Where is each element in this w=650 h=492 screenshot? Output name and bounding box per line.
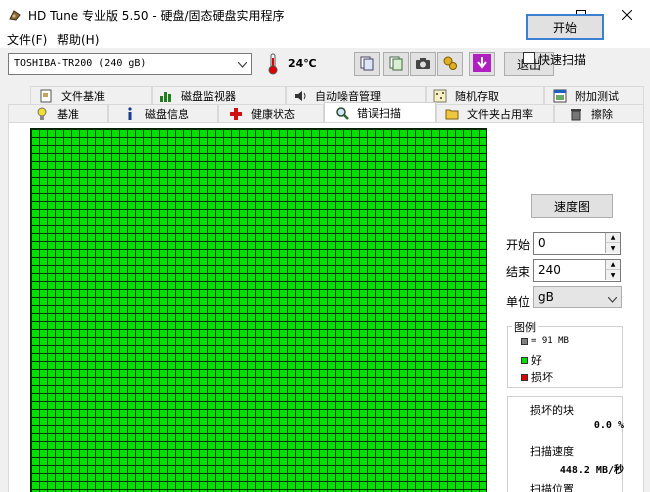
copy-all-button[interactable] — [383, 52, 409, 76]
hd-tune-app-icon — [8, 8, 22, 22]
tab-folder-usage[interactable]: 文件夹占用率 — [436, 104, 554, 122]
spin-up-icon[interactable]: ▲ — [605, 260, 620, 270]
info-icon — [123, 106, 137, 121]
chart-icon — [159, 89, 173, 103]
drive-select-value: TOSHIBA-TR200 (240 gB) — [14, 58, 147, 69]
drive-select[interactable]: TOSHIBA-TR200 (240 gB) — [8, 53, 252, 75]
copy-icon — [359, 55, 375, 74]
scan-position-label: 扫描位置 — [530, 483, 574, 492]
magnifier-icon — [335, 106, 349, 120]
menu-help[interactable]: 帮助(H) — [57, 31, 99, 48]
menu-file[interactable]: 文件(F) — [7, 31, 47, 48]
trash-icon — [569, 107, 583, 121]
scan-speed-label: 扫描速度 — [530, 445, 574, 458]
block-map-grid — [30, 128, 487, 492]
folder-icon — [445, 107, 459, 121]
legend-damaged: 损坏 — [521, 369, 553, 385]
tab-random-access[interactable]: 随机存取 — [426, 86, 544, 104]
tab-health[interactable]: 健康状态 — [218, 104, 324, 122]
close-button[interactable] — [604, 0, 650, 30]
gears-icon — [442, 55, 458, 74]
tab-disk-info[interactable]: 磁盘信息 — [108, 104, 218, 122]
start-position-value: 0 — [538, 236, 546, 250]
thermometer-icon — [264, 53, 282, 75]
quick-scan-label: 快速扫描 — [538, 53, 587, 67]
end-position-value: 240 — [538, 263, 561, 277]
chevron-down-icon — [607, 292, 618, 306]
options-button[interactable] — [437, 52, 463, 76]
damaged-swatch-icon — [521, 373, 528, 381]
speaker-icon — [293, 89, 307, 103]
random-icon — [433, 89, 447, 103]
legend-block-size: = 91 MB — [521, 336, 569, 346]
chevron-down-icon — [237, 60, 248, 71]
tab-error-scan[interactable]: 错误扫描 — [324, 102, 436, 122]
spin-down-icon[interactable]: ▼ — [605, 243, 620, 253]
save-button[interactable] — [469, 52, 495, 76]
copy-all-icon — [388, 55, 404, 74]
unit-field-label: 单位 — [506, 295, 531, 309]
block-swatch-icon — [521, 337, 528, 345]
scan-speed-value: 448.2 MB/秒 — [559, 465, 624, 476]
download-arrow-icon — [473, 53, 491, 75]
quick-scan-checkbox[interactable] — [523, 52, 535, 64]
good-swatch-icon — [521, 356, 528, 364]
start-button[interactable]: 开始 — [526, 14, 604, 40]
tab-extra-tests[interactable]: 附加测试 — [544, 86, 644, 104]
start-position-spinner[interactable]: 0 ▲ ▼ — [533, 232, 621, 255]
spin-up-icon[interactable]: ▲ — [605, 233, 620, 243]
tab-disk-monitor[interactable]: 磁盘监视器 — [152, 86, 286, 104]
window-title: HD Tune 专业版 5.50 - 硬盘/固态硬盘实用程序 — [28, 9, 285, 23]
tab-file-benchmark[interactable]: 文件基准 — [30, 86, 152, 104]
health-cross-icon — [229, 107, 243, 121]
damaged-blocks-value: 0.0 % — [593, 420, 624, 431]
unit-select[interactable]: gB — [533, 286, 622, 308]
unit-select-value: gB — [538, 290, 554, 304]
camera-icon — [415, 55, 431, 74]
copy-info-button[interactable] — [354, 52, 380, 76]
tab-benchmark[interactable]: 基准 — [8, 104, 108, 122]
temperature-readout: 24℃ — [288, 57, 317, 70]
screenshot-button[interactable] — [410, 52, 436, 76]
window-icon — [553, 89, 567, 103]
speed-map-button[interactable]: 速度图 — [531, 194, 613, 218]
spin-down-icon[interactable]: ▼ — [605, 270, 620, 280]
tab-erase[interactable]: 擦除 — [554, 104, 644, 122]
bulb-icon — [35, 107, 49, 121]
end-position-spinner[interactable]: 240 ▲ ▼ — [533, 259, 621, 282]
damaged-blocks-label: 损坏的块 — [530, 404, 574, 417]
legend-good: 好 — [521, 352, 542, 368]
document-icon — [39, 89, 53, 103]
start-field-label: 开始 — [506, 238, 531, 252]
legend-title: 图例 — [512, 319, 538, 335]
end-field-label: 结束 — [506, 265, 531, 279]
tab-row-front: 基准 磁盘信息 健康状态 错误扫描 文件夹占用率 擦除 — [8, 102, 644, 122]
